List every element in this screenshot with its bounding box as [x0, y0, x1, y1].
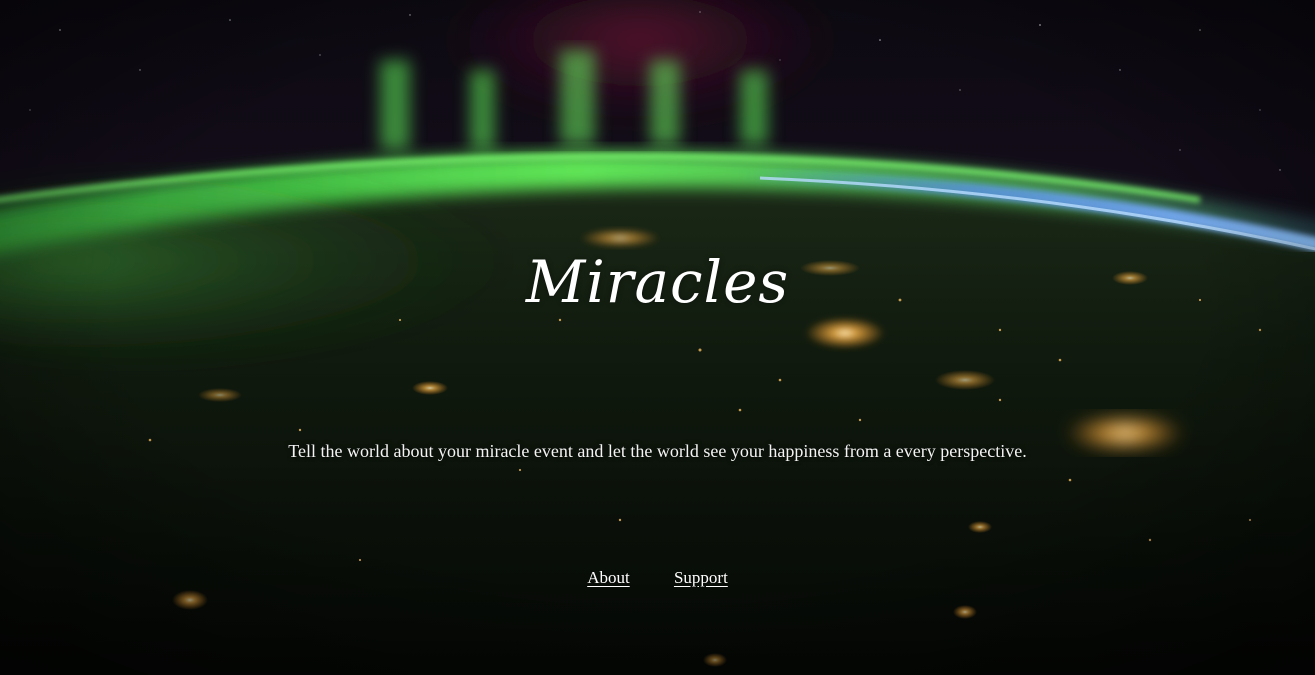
footer-nav: About Support — [0, 568, 1315, 588]
hero-section: Miracles Tell the world about your mirac… — [0, 0, 1315, 675]
site-title: Miracles — [525, 248, 790, 316]
nav-link-about[interactable]: About — [587, 568, 630, 587]
site-tagline: Tell the world about your miracle event … — [288, 441, 1027, 461]
nav-link-support[interactable]: Support — [674, 568, 728, 587]
